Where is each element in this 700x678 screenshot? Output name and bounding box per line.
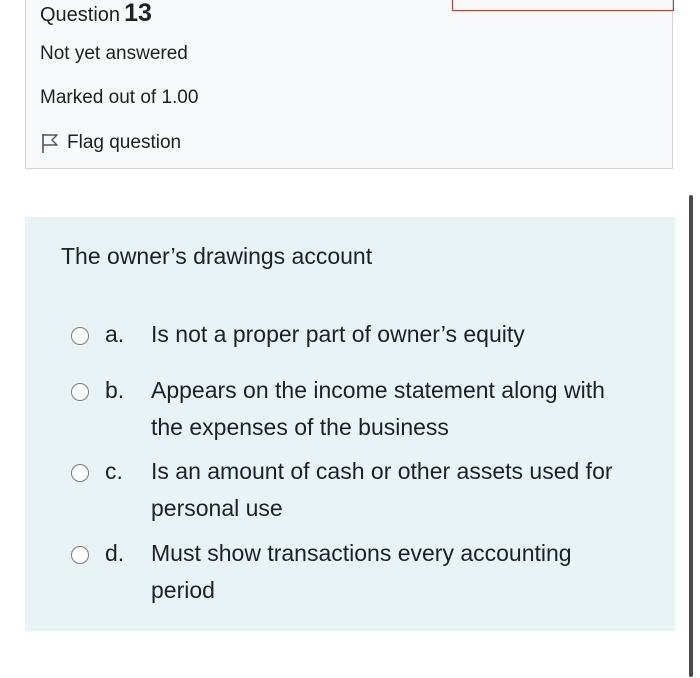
- answer-status: Not yet answered: [40, 43, 188, 64]
- question-text: The owner’s drawings account: [61, 243, 373, 269]
- answer-letter-d: d.: [105, 540, 125, 566]
- answer-option-d[interactable]: d. Must show transactions every accounti…: [71, 539, 651, 609]
- answer-text-a: Is not a proper part of owner’s equity: [151, 321, 525, 347]
- answer-text-d: Must show transactions every accounting …: [151, 540, 572, 603]
- radio-button-c[interactable]: [71, 464, 89, 482]
- scrollbar[interactable]: [689, 195, 693, 677]
- radio-button-a[interactable]: [71, 327, 89, 345]
- question-content: The owner’s drawings account a. Is not a…: [25, 217, 675, 631]
- quiz-page: Question 13 Not yet answered Marked out o…: [0, 0, 700, 678]
- radio-button-b[interactable]: [71, 383, 89, 401]
- answer-option-a[interactable]: a. Is not a proper part of owner’s equit…: [71, 320, 651, 353]
- question-label-text: Question: [40, 4, 121, 26]
- question-number: 13: [124, 0, 152, 27]
- answer-option-c[interactable]: c. Is an amount of cash or other assets …: [71, 457, 651, 527]
- answer-text-b: Appears on the income statement along wi…: [151, 377, 605, 440]
- answer-letter-b: b.: [105, 377, 125, 403]
- flag-question-link[interactable]: Flag question: [40, 131, 181, 155]
- answer-letter-c: c.: [105, 458, 123, 484]
- answer-text-c: Is an amount of cash or other assets use…: [151, 458, 613, 521]
- question-number-label: Question 13: [40, 0, 152, 28]
- answer-option-b[interactable]: b. Appears on the income statement along…: [71, 376, 651, 446]
- flag-question-label: Flag question: [67, 132, 182, 153]
- flag-icon: [42, 134, 58, 153]
- radio-button-d[interactable]: [71, 546, 89, 564]
- timer-box: [452, 0, 674, 11]
- marks-info: Marked out of 1.00: [40, 87, 199, 108]
- answer-letter-a: a.: [105, 321, 125, 347]
